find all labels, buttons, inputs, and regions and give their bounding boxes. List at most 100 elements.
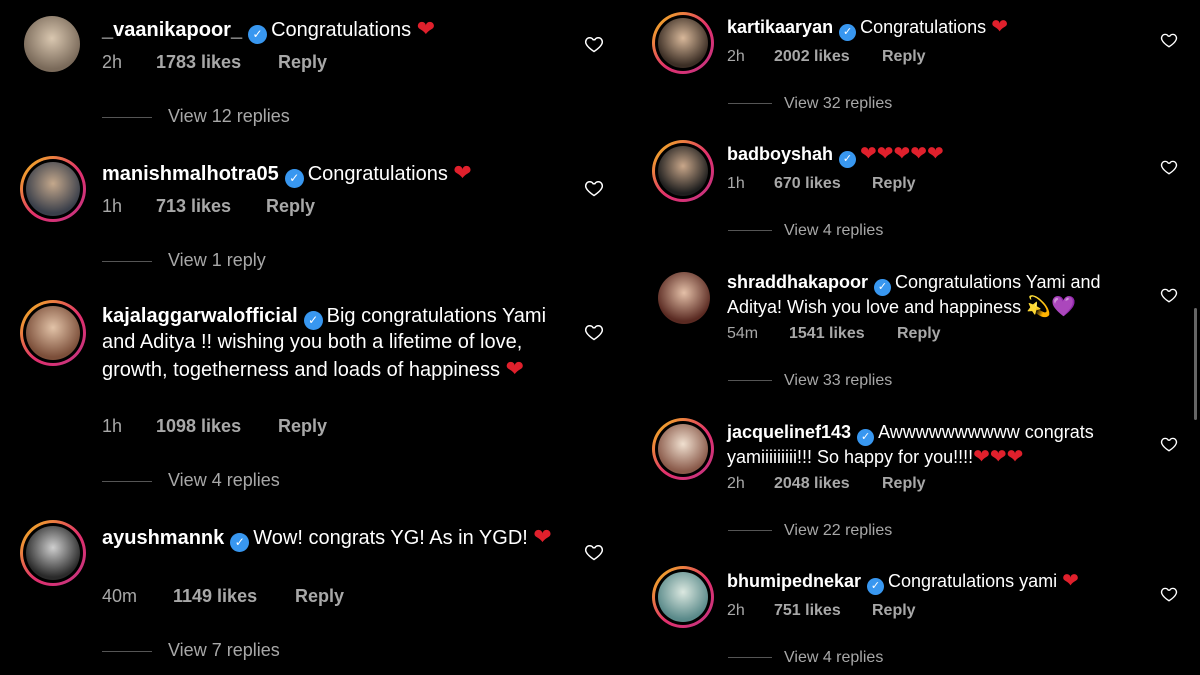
comment-likes[interactable]: 1541 likes: [789, 325, 897, 343]
heart-outline-icon[interactable]: [1160, 31, 1178, 49]
heart-emoji: ❤: [416, 16, 436, 41]
comment-text: Congratulations: [860, 17, 987, 37]
comment-text: Congratulations yami: [888, 571, 1058, 591]
heart-emoji: 💫💜: [1026, 296, 1076, 318]
verified-badge-icon: ✓: [284, 169, 304, 188]
comment-likes[interactable]: 2002 likes: [774, 48, 882, 66]
divider-line: [728, 380, 772, 382]
reply-button[interactable]: Reply: [266, 196, 315, 217]
comment-time: 2h: [727, 602, 745, 619]
comment-likes[interactable]: 2048 likes: [774, 475, 882, 493]
comment-likes[interactable]: 1149 likes: [173, 586, 295, 607]
verified-badge-icon: ✓: [839, 24, 857, 41]
heart-outline-icon[interactable]: [1160, 286, 1178, 304]
heart-outline-icon[interactable]: [1160, 585, 1178, 603]
comments-column-left: _vaanikapoor_ ✓ Congratulations ❤ 2h 1783 l…: [0, 0, 620, 675]
heart-emoji: ❤❤❤: [973, 446, 1024, 468]
reply-button[interactable]: Reply: [295, 586, 344, 607]
comment-time: 1h: [727, 175, 745, 192]
comment-text: Wow! congrats YG! As in YGD!: [253, 527, 528, 549]
verified-badge-icon: ✓: [248, 25, 268, 44]
comment-meta: 2h 2048 likes Reply: [727, 475, 926, 493]
avatar[interactable]: [652, 418, 714, 480]
heart-outline-icon[interactable]: [1160, 158, 1178, 176]
comment-username[interactable]: badboyshah: [727, 144, 833, 164]
divider-line: [102, 650, 152, 652]
divider-line: [728, 657, 772, 659]
avatar[interactable]: [652, 12, 714, 74]
comment-username[interactable]: jacquelinef143: [727, 422, 851, 442]
comment-likes[interactable]: 1783 likes: [156, 52, 278, 73]
view-replies-button[interactable]: View 33 replies: [728, 372, 892, 390]
verified-badge-icon: ✓: [857, 429, 875, 446]
reply-button[interactable]: Reply: [872, 175, 916, 193]
reply-button[interactable]: Reply: [278, 416, 327, 437]
verified-badge-icon: ✓: [839, 151, 857, 168]
avatar[interactable]: [20, 520, 86, 586]
comment-time: 2h: [102, 52, 123, 72]
comment-meta: 1h 1098 likes Reply: [102, 416, 327, 437]
view-replies-button[interactable]: View 12 replies: [102, 106, 290, 127]
reply-button[interactable]: Reply: [278, 52, 327, 73]
comment-username[interactable]: shraddhakapoor: [727, 272, 868, 292]
heart-outline-icon[interactable]: [584, 542, 604, 562]
comment-meta: 2h 2002 likes Reply: [727, 48, 926, 66]
comment-meta: 2h 1783 likes Reply: [102, 52, 327, 73]
comment-username[interactable]: _vaanikapoor_: [102, 19, 242, 41]
heart-outline-icon[interactable]: [584, 178, 604, 198]
heart-outline-icon[interactable]: [584, 322, 604, 342]
avatar[interactable]: [658, 272, 710, 324]
comment-likes[interactable]: 713 likes: [156, 196, 266, 217]
scrollbar[interactable]: [1194, 308, 1197, 420]
comment-meta: 1h 713 likes Reply: [102, 196, 315, 217]
verified-badge-icon: ✓: [867, 578, 885, 595]
comment-text: Congratulations: [271, 19, 412, 41]
comment-username[interactable]: ayushmannk: [102, 527, 224, 549]
divider-line: [728, 530, 772, 532]
avatar[interactable]: [652, 140, 714, 202]
comment-time: 54m: [727, 325, 759, 342]
view-replies-button[interactable]: View 7 replies: [102, 640, 280, 661]
avatar[interactable]: [20, 300, 86, 366]
divider-line: [728, 230, 772, 232]
avatar[interactable]: [652, 566, 714, 628]
reply-button[interactable]: Reply: [882, 475, 926, 493]
verified-badge-icon: ✓: [874, 279, 892, 296]
verified-badge-icon: ✓: [230, 533, 250, 552]
heart-outline-icon[interactable]: [1160, 435, 1178, 453]
comment-likes[interactable]: 1098 likes: [156, 416, 278, 437]
view-replies-button[interactable]: View 22 replies: [728, 522, 892, 540]
verified-badge-icon: ✓: [303, 311, 323, 330]
view-replies-button[interactable]: View 1 reply: [102, 250, 266, 271]
avatar[interactable]: [24, 16, 80, 72]
divider-line: [102, 260, 152, 262]
reply-button[interactable]: Reply: [897, 325, 941, 343]
heart-emoji: ❤: [991, 16, 1008, 38]
comment-username[interactable]: bhumipednekar: [727, 571, 861, 591]
comment-text: Congratulations: [307, 163, 448, 185]
comment-likes[interactable]: 751 likes: [774, 602, 872, 620]
heart-outline-icon[interactable]: [584, 34, 604, 54]
view-replies-button[interactable]: View 4 replies: [102, 470, 280, 491]
comment-username[interactable]: kajalaggarwalofficial: [102, 305, 298, 327]
comment-time: 40m: [102, 586, 138, 606]
comment-username[interactable]: kartikaaryan: [727, 17, 833, 37]
view-replies-button[interactable]: View 4 replies: [728, 649, 883, 667]
reply-button[interactable]: Reply: [882, 48, 926, 66]
heart-emoji: ❤: [505, 355, 525, 381]
comment-username[interactable]: manishmalhotra05: [102, 163, 279, 185]
comment-likes[interactable]: 670 likes: [774, 175, 872, 193]
comment-time: 2h: [727, 48, 745, 65]
reply-button[interactable]: Reply: [872, 602, 916, 620]
view-replies-button[interactable]: View 32 replies: [728, 95, 892, 113]
comment-time: 1h: [102, 416, 123, 436]
comment-meta: 2h 751 likes Reply: [727, 602, 916, 620]
comment-time: 1h: [102, 196, 123, 216]
heart-emoji: ❤: [453, 160, 472, 185]
comments-column-right: kartikaaryan ✓ Congratulations ❤ 2h 2002 li…: [630, 0, 1200, 675]
view-replies-button[interactable]: View 4 replies: [728, 222, 883, 240]
avatar[interactable]: [20, 156, 86, 222]
heart-emoji: ❤: [1062, 570, 1079, 592]
divider-line: [102, 116, 152, 118]
comment-meta: 40m 1149 likes Reply: [102, 586, 344, 607]
